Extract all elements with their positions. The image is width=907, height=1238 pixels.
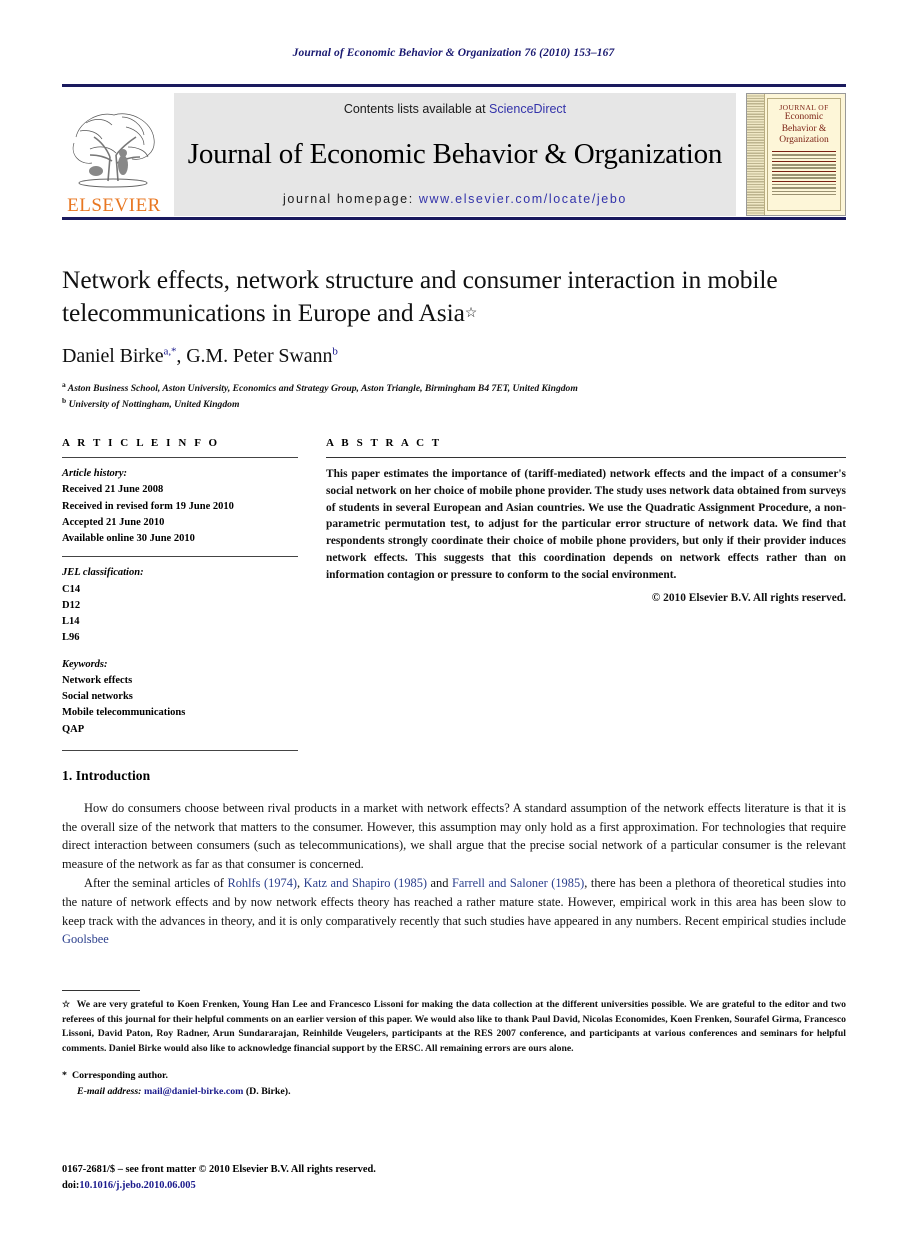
paragraph-1: How do consumers choose between rival pr… — [62, 801, 846, 871]
acknowledgement-footnote: ☆ We are very grateful to Koen Frenken, … — [62, 998, 846, 1056]
footnote-separator-rule — [62, 990, 140, 991]
journal-band: Contents lists available at ScienceDirec… — [174, 93, 736, 216]
page-title: Network effects, network structure and c… — [62, 264, 846, 329]
corresponding-author-marker: * — [62, 1070, 67, 1082]
info-abstract-block: A R T I C L E I N F O Article history: R… — [62, 437, 846, 751]
abstract-heading: A B S T R A C T — [326, 437, 442, 449]
email-line: E-mail address: mail@daniel-birke.com (D… — [62, 1084, 846, 1099]
p2-text-a: After the seminal articles of — [84, 876, 228, 891]
corresponding-author-note: * Corresponding author. E-mail address: m… — [62, 1068, 846, 1099]
running-head: Journal of Economic Behavior & Organizat… — [292, 47, 615, 59]
history-accepted: Accepted 21 June 2010 — [62, 516, 165, 528]
section-heading-introduction: 1. Introduction — [62, 768, 151, 783]
author-2-affiliation-marker[interactable]: b — [332, 346, 338, 358]
affiliation-a-text: Aston Business School, Aston University,… — [67, 383, 578, 395]
paper-page: Journal of Economic Behavior & Organizat… — [0, 0, 907, 1238]
cover-contents-lines — [771, 150, 837, 196]
email-suffix: (D. Birke). — [245, 1085, 291, 1097]
cover-front: JOURNAL OF Economic Behavior & Organizat… — [767, 98, 841, 211]
author-1: Daniel Birke — [62, 345, 164, 368]
article-info-rule-bottom — [62, 749, 298, 751]
cover-line-3: Behavior & — [781, 123, 827, 134]
citation-rohlfs-1974[interactable]: Rohlfs (1974) — [227, 876, 297, 890]
contents-prefix: Contents lists available at — [343, 102, 490, 116]
p2-text-b: , — [297, 876, 304, 891]
doi-link[interactable]: 10.1016/j.jebo.2010.06.005 — [79, 1180, 195, 1191]
journal-homepage-link[interactable]: www.elsevier.com/locate/jebo — [419, 192, 627, 206]
article-info-rule-top — [62, 457, 298, 458]
article-title-text: Network effects, network structure and c… — [62, 265, 778, 327]
citation-goolsbee[interactable]: Goolsbee — [62, 932, 109, 946]
imprint-block: 0167-2681/$ – see front matter © 2010 El… — [62, 1162, 846, 1193]
jel-code-1: C14 — [62, 583, 81, 595]
affiliation-a-marker: a — [62, 380, 66, 390]
footnote-block: ☆ We are very grateful to Koen Frenken, … — [62, 990, 846, 1099]
email-address-label: E-mail address: — [77, 1085, 142, 1097]
journal-title: Journal of Economic Behavior & Organizat… — [187, 137, 723, 170]
corresponding-author-label: Corresponding author. — [71, 1070, 168, 1082]
jel-classification-label: JEL classification: — [62, 567, 144, 579]
cover-line-2: Economic — [784, 112, 824, 123]
article-info-heading: A R T I C L E I N F O — [62, 437, 220, 449]
paragraph-2: After the seminal articles of Rohlfs (19… — [62, 874, 846, 948]
article-info-column: A R T I C L E I N F O Article history: R… — [62, 437, 298, 751]
abstract-rule-top — [326, 457, 846, 458]
cover-spine-texture — [747, 94, 765, 215]
abstract-column: A B S T R A C T This paper estimates the… — [326, 437, 846, 751]
cover-line-4: Organization — [779, 134, 829, 145]
keywords-label: Keywords: — [62, 658, 108, 670]
elsevier-wordmark: ELSEVIER — [67, 195, 161, 216]
history-received: Received 21 June 2008 — [62, 484, 164, 496]
acknowledgement-text: We are very grateful to Koen Frenken, Yo… — [62, 999, 846, 1054]
cover-line-1: JOURNAL OF — [779, 103, 829, 112]
history-revised: Received in revised form 19 June 2010 — [62, 500, 234, 512]
citation-katz-shapiro-1985[interactable]: Katz and Shapiro (1985) — [304, 876, 427, 890]
body-content: 1. Introduction How do consumers choose … — [62, 768, 846, 950]
author-list: Daniel Birkea,*, G.M. Peter Swannb — [62, 345, 846, 368]
abstract-text: This paper estimates the importance of (… — [326, 468, 846, 581]
journal-homepage-line: journal homepage: www.elsevier.com/locat… — [283, 192, 627, 206]
jel-code-3: L14 — [62, 616, 80, 628]
keyword-3: Mobile telecommunications — [62, 707, 186, 719]
affiliation-b-marker: b — [62, 396, 67, 406]
title-block: Network effects, network structure and c… — [62, 264, 846, 412]
issn-front-matter: 0167-2681/$ – see front matter © 2010 El… — [62, 1164, 376, 1175]
article-info-rule-middle — [62, 556, 298, 558]
article-history-label: Article history: — [62, 468, 128, 479]
affiliation-b-text: University of Nottingham, United Kingdom — [68, 399, 240, 411]
affiliation-a: a Aston Business School, Aston Universit… — [62, 380, 846, 396]
journal-cover-thumbnail: JOURNAL OF Economic Behavior & Organizat… — [746, 93, 846, 216]
corresponding-author-line: * Corresponding author. — [62, 1068, 846, 1083]
elsevier-tree-icon — [66, 103, 162, 195]
masthead-bottom-rule — [62, 217, 846, 220]
email-address-link[interactable]: mail@daniel-birke.com — [144, 1086, 243, 1097]
keyword-2: Social networks — [62, 691, 133, 703]
affiliation-b: b University of Nottingham, United Kingd… — [62, 396, 846, 412]
keyword-4: QAP — [62, 723, 85, 735]
doi-line: doi:10.1016/j.jebo.2010.06.005 — [62, 1178, 846, 1194]
citation-farrell-saloner-1985[interactable]: Farrell and Saloner (1985) — [452, 876, 584, 890]
keyword-1: Network effects — [62, 674, 133, 686]
author-1-affiliation-marker[interactable]: a,* — [164, 346, 177, 358]
contents-list-line: Contents lists available at ScienceDirec… — [344, 102, 566, 116]
history-online: Available online 30 June 2010 — [62, 533, 195, 545]
author-2: , G.M. Peter Swann — [176, 345, 333, 368]
jel-code-4: L96 — [62, 632, 80, 644]
title-footnote-marker[interactable]: ☆ — [465, 306, 478, 321]
affiliation-list: a Aston Business School, Aston Universit… — [62, 380, 846, 412]
jel-code-2: D12 — [62, 599, 81, 611]
p2-text-c: and — [427, 876, 452, 891]
acknowledgement-marker: ☆ — [62, 999, 71, 1009]
masthead-top-rule — [62, 84, 846, 87]
sciencedirect-link[interactable]: ScienceDirect — [489, 102, 566, 116]
journal-masthead: ELSEVIER Contents lists available at Sci… — [62, 84, 846, 220]
homepage-prefix: journal homepage: — [283, 192, 419, 206]
doi-label: doi: — [62, 1179, 80, 1191]
abstract-copyright: © 2010 Elsevier B.V. All rights reserved… — [651, 592, 846, 605]
elsevier-logo: ELSEVIER — [62, 93, 166, 216]
